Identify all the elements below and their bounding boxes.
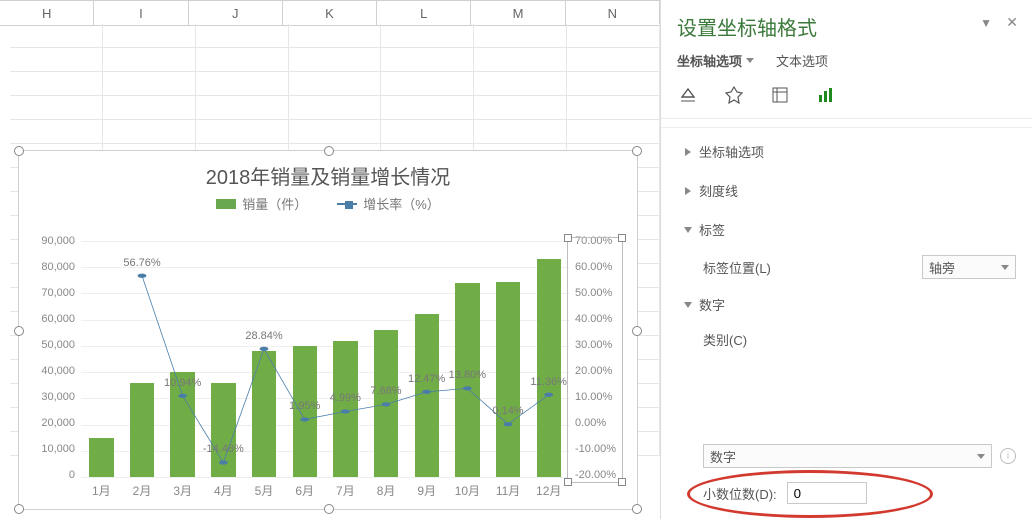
chevron-down-icon xyxy=(1001,265,1009,270)
label-position-select[interactable]: 轴旁 xyxy=(922,255,1016,279)
chart-title[interactable]: 2018年销量及销量增长情况 xyxy=(19,151,637,194)
data-label[interactable]: 13.80% xyxy=(449,369,486,381)
pane-dropdown-icon[interactable]: ▼ xyxy=(980,16,992,30)
data-label[interactable]: 7.68% xyxy=(370,385,401,397)
data-label[interactable]: 11.36% xyxy=(530,376,567,388)
y-left-tick: 10,000 xyxy=(41,443,75,455)
y-left-tick: 80,000 xyxy=(41,261,75,273)
expander-icon xyxy=(684,302,692,308)
legend-line-icon xyxy=(337,203,357,205)
axis-chart-icon[interactable] xyxy=(815,84,837,106)
format-axis-pane: 设置坐标轴格式 ▼ ✕ 坐标轴选项 文本选项 坐标轴选项 xyxy=(660,0,1032,519)
data-label[interactable]: 12.47% xyxy=(408,373,445,385)
resize-handle-sw[interactable] xyxy=(14,504,24,514)
resize-handle-nw[interactable] xyxy=(14,146,24,156)
section-axis-options[interactable]: 坐标轴选项 xyxy=(685,132,1016,171)
pane-header: 设置坐标轴格式 ▼ ✕ xyxy=(661,0,1032,43)
y-left-tick: 50,000 xyxy=(41,339,75,351)
x-tick: 6月 xyxy=(284,482,325,499)
y-left-tick: 90,000 xyxy=(41,235,75,247)
y-left-tick: 40,000 xyxy=(41,365,75,377)
column-header[interactable]: N xyxy=(566,1,660,25)
plot-area[interactable]: 010,00020,00030,00040,00050,00060,00070,… xyxy=(33,241,623,475)
label-position-label: 标签位置(L) xyxy=(703,258,813,277)
pane-tool-strip xyxy=(661,76,1032,119)
resize-handle-w[interactable] xyxy=(14,326,24,336)
fill-icon[interactable] xyxy=(677,84,699,106)
column-headers: HIJKLMN xyxy=(0,0,660,26)
line-series[interactable] xyxy=(81,241,569,477)
section-numbers[interactable]: 数字 xyxy=(685,285,1016,324)
resize-handle-e[interactable] xyxy=(632,326,642,336)
y-left-tick: 70,000 xyxy=(41,287,75,299)
section-ticks[interactable]: 刻度线 xyxy=(685,171,1016,210)
expander-icon xyxy=(684,227,692,233)
x-axis[interactable]: 1月2月3月4月5月6月7月8月9月10月11月12月 xyxy=(81,482,569,499)
data-label[interactable]: -14.48% xyxy=(203,443,244,455)
column-header[interactable]: K xyxy=(283,1,377,25)
x-tick: 5月 xyxy=(244,482,285,499)
expander-icon xyxy=(685,187,691,195)
x-tick: 10月 xyxy=(447,482,488,499)
selected-axis-indicator xyxy=(567,237,623,483)
worksheet-area: HIJKLMN 2018年销量及销量增长情况 销量（件） 增长率（%） 0 10,… xyxy=(0,0,660,519)
pane-title: 设置坐标轴格式 xyxy=(677,12,1016,41)
chart-object[interactable]: 2018年销量及销量增长情况 销量（件） 增长率（%） 0 10,000 20,00… xyxy=(18,150,638,510)
chevron-down-icon xyxy=(977,454,985,459)
y-left-tick: 20,000 xyxy=(41,417,75,429)
category-select[interactable]: 数字 xyxy=(703,444,992,468)
x-tick: 12月 xyxy=(528,482,569,499)
decimal-label: 小数位数(D): xyxy=(703,484,777,503)
close-icon[interactable]: ✕ xyxy=(1006,14,1018,31)
expander-icon xyxy=(685,148,691,156)
resize-handle-s[interactable] xyxy=(324,504,334,514)
chevron-down-icon xyxy=(746,58,754,63)
legend-bar-icon xyxy=(216,199,236,209)
decimal-input[interactable] xyxy=(787,482,867,504)
resize-handle-n[interactable] xyxy=(324,146,334,156)
x-tick: 11月 xyxy=(488,482,529,499)
column-header[interactable]: M xyxy=(471,1,565,25)
x-tick: 3月 xyxy=(162,482,203,499)
x-tick: 8月 xyxy=(366,482,407,499)
x-tick: 9月 xyxy=(406,482,447,499)
tab-text-options[interactable]: 文本选项 xyxy=(776,51,828,70)
primary-y-axis[interactable]: 010,00020,00030,00040,00050,00060,00070,… xyxy=(33,241,79,475)
resize-handle-se[interactable] xyxy=(632,504,642,514)
column-header[interactable]: L xyxy=(377,1,471,25)
thousand-separator-checkbox[interactable]: 使用千位分隔符(,)(U) xyxy=(703,512,1016,519)
resize-handle-ne[interactable] xyxy=(632,146,642,156)
section-labels[interactable]: 标签 xyxy=(685,210,1016,249)
row-label-position: 标签位置(L) 轴旁 xyxy=(703,249,1016,285)
data-label[interactable]: 4.99% xyxy=(330,392,361,404)
data-label[interactable]: 56.76% xyxy=(123,257,160,269)
legend-bar-label: 销量（件） xyxy=(242,194,307,213)
pane-body: 坐标轴选项 刻度线 标签 标签位置(L) 轴旁 数字 xyxy=(661,119,1032,519)
y-left-tick: 30,000 xyxy=(41,391,75,403)
legend-line-label: 增长率（%） xyxy=(363,194,440,213)
data-label[interactable]: 1.95% xyxy=(289,400,320,412)
effects-icon[interactable] xyxy=(723,84,745,106)
y-left-tick: 60,000 xyxy=(41,313,75,325)
y-left-tick: 0 xyxy=(69,469,75,481)
size-icon[interactable] xyxy=(769,84,791,106)
data-label[interactable]: 28.84% xyxy=(245,330,282,342)
x-tick: 7月 xyxy=(325,482,366,499)
category-label: 类别(C) xyxy=(703,330,1016,440)
data-label[interactable]: 10.94% xyxy=(164,377,201,389)
x-tick: 2月 xyxy=(122,482,163,499)
column-header[interactable]: I xyxy=(94,1,188,25)
x-tick: 4月 xyxy=(203,482,244,499)
x-tick: 1月 xyxy=(81,482,122,499)
column-header[interactable]: J xyxy=(189,1,283,25)
data-label[interactable]: 0.14% xyxy=(492,405,523,417)
row-decimal-places: 小数位数(D): xyxy=(703,474,1016,512)
chart-legend[interactable]: 销量（件） 增长率（%） xyxy=(19,194,637,213)
tab-axis-options[interactable]: 坐标轴选项 xyxy=(677,51,754,70)
info-icon[interactable]: i xyxy=(1000,448,1016,464)
column-header[interactable]: H xyxy=(0,1,94,25)
